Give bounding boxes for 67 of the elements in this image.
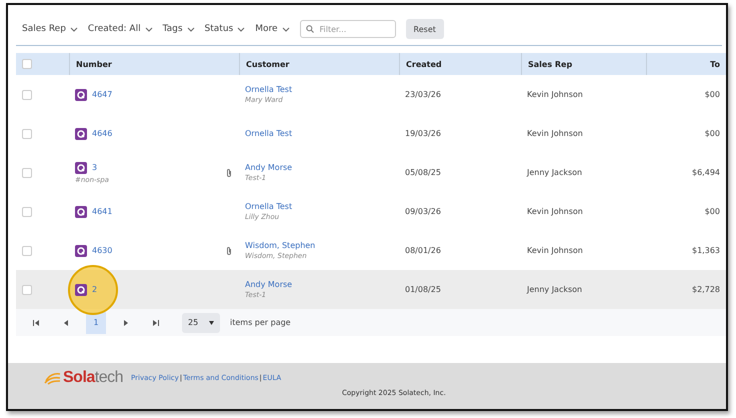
sales-rep-name: Kevin Johnson xyxy=(526,90,584,99)
quote-number-link[interactable]: 4630 xyxy=(92,246,112,255)
filter-dropdown[interactable]: More xyxy=(255,24,290,34)
filter-dropdown[interactable]: Sales Rep xyxy=(22,24,78,34)
quote-icon xyxy=(75,244,87,256)
quote-number-link[interactable]: 4647 xyxy=(92,90,112,99)
row-checkbox[interactable] xyxy=(22,168,32,178)
quote-icon xyxy=(75,88,87,100)
created-date: 05/08/25 xyxy=(404,168,442,177)
customer-link[interactable]: Ornella Test xyxy=(245,129,393,138)
quote-icon xyxy=(75,128,87,140)
next-icon xyxy=(123,320,129,326)
total-amount: $1,363 xyxy=(691,246,721,255)
sales-rep-name: Kevin Johnson xyxy=(526,129,584,138)
total-amount: $00 xyxy=(704,90,721,99)
customer-link[interactable]: Ornella Test xyxy=(245,85,393,94)
quote-number-link[interactable]: 4641 xyxy=(92,207,112,216)
total-amount: $00 xyxy=(704,207,721,216)
created-date: 08/01/26 xyxy=(404,246,442,255)
paperclip-icon xyxy=(225,168,233,178)
row-checkbox[interactable] xyxy=(22,206,32,216)
reset-button[interactable]: Reset xyxy=(406,19,444,39)
logo-swirl-icon xyxy=(44,371,62,385)
chevron-down-icon xyxy=(186,26,195,32)
row-checkbox[interactable] xyxy=(22,90,32,100)
sales-rep-name: Kevin Johnson xyxy=(526,207,584,216)
customer-link[interactable]: Andy Morse xyxy=(245,163,393,172)
quote-icon xyxy=(75,162,87,174)
search-field[interactable]: Filter... xyxy=(300,20,396,38)
created-date: 01/08/25 xyxy=(404,285,442,294)
row-checkbox[interactable] xyxy=(22,246,32,256)
chevron-down-icon xyxy=(144,26,153,32)
last-page-icon xyxy=(153,320,159,326)
items-per-page-label: items per page xyxy=(230,318,291,327)
sales-rep-name: Jenny Jackson xyxy=(526,285,584,294)
page-size-dropdown[interactable]: 25 xyxy=(182,312,220,332)
search-icon xyxy=(306,25,314,33)
filter-dropdown[interactable]: Tags xyxy=(162,24,195,34)
chevron-down-icon xyxy=(282,26,290,32)
select-all-checkbox[interactable] xyxy=(22,59,32,69)
row-checkbox[interactable] xyxy=(22,284,32,294)
total-amount: $2,728 xyxy=(691,285,721,294)
logo-text: Solatech xyxy=(63,369,124,387)
quote-number-link[interactable]: 3 xyxy=(92,163,98,172)
chevron-down-icon xyxy=(70,26,78,32)
total-amount: $6,494 xyxy=(691,168,721,177)
customer-link[interactable]: Wisdom, Stephen xyxy=(245,241,393,250)
chevron-down-icon xyxy=(237,26,246,32)
previous-icon xyxy=(63,320,69,326)
quote-icon xyxy=(75,206,87,218)
sales-rep-name: Jenny Jackson xyxy=(526,168,584,177)
filter-dropdown[interactable]: Status xyxy=(204,24,246,34)
total-amount: $00 xyxy=(704,129,721,138)
created-date: 09/03/26 xyxy=(404,207,442,216)
created-date: 23/03/26 xyxy=(404,90,442,99)
page-button[interactable]: 1 xyxy=(86,312,106,334)
row-checkbox[interactable] xyxy=(22,128,32,138)
filter-dropdown[interactable]: Created: All xyxy=(88,24,153,34)
sales-rep-name: Kevin Johnson xyxy=(526,246,584,255)
first-page-icon xyxy=(33,320,39,326)
created-date: 19/03/26 xyxy=(404,129,442,138)
quote-number-link[interactable]: 4646 xyxy=(92,129,112,138)
paperclip-icon xyxy=(225,246,233,256)
customer-link[interactable]: Ornella Test xyxy=(245,202,393,211)
quote-icon xyxy=(75,284,87,296)
caret-icon xyxy=(209,320,214,324)
customer-link[interactable]: Andy Morse xyxy=(245,280,393,289)
